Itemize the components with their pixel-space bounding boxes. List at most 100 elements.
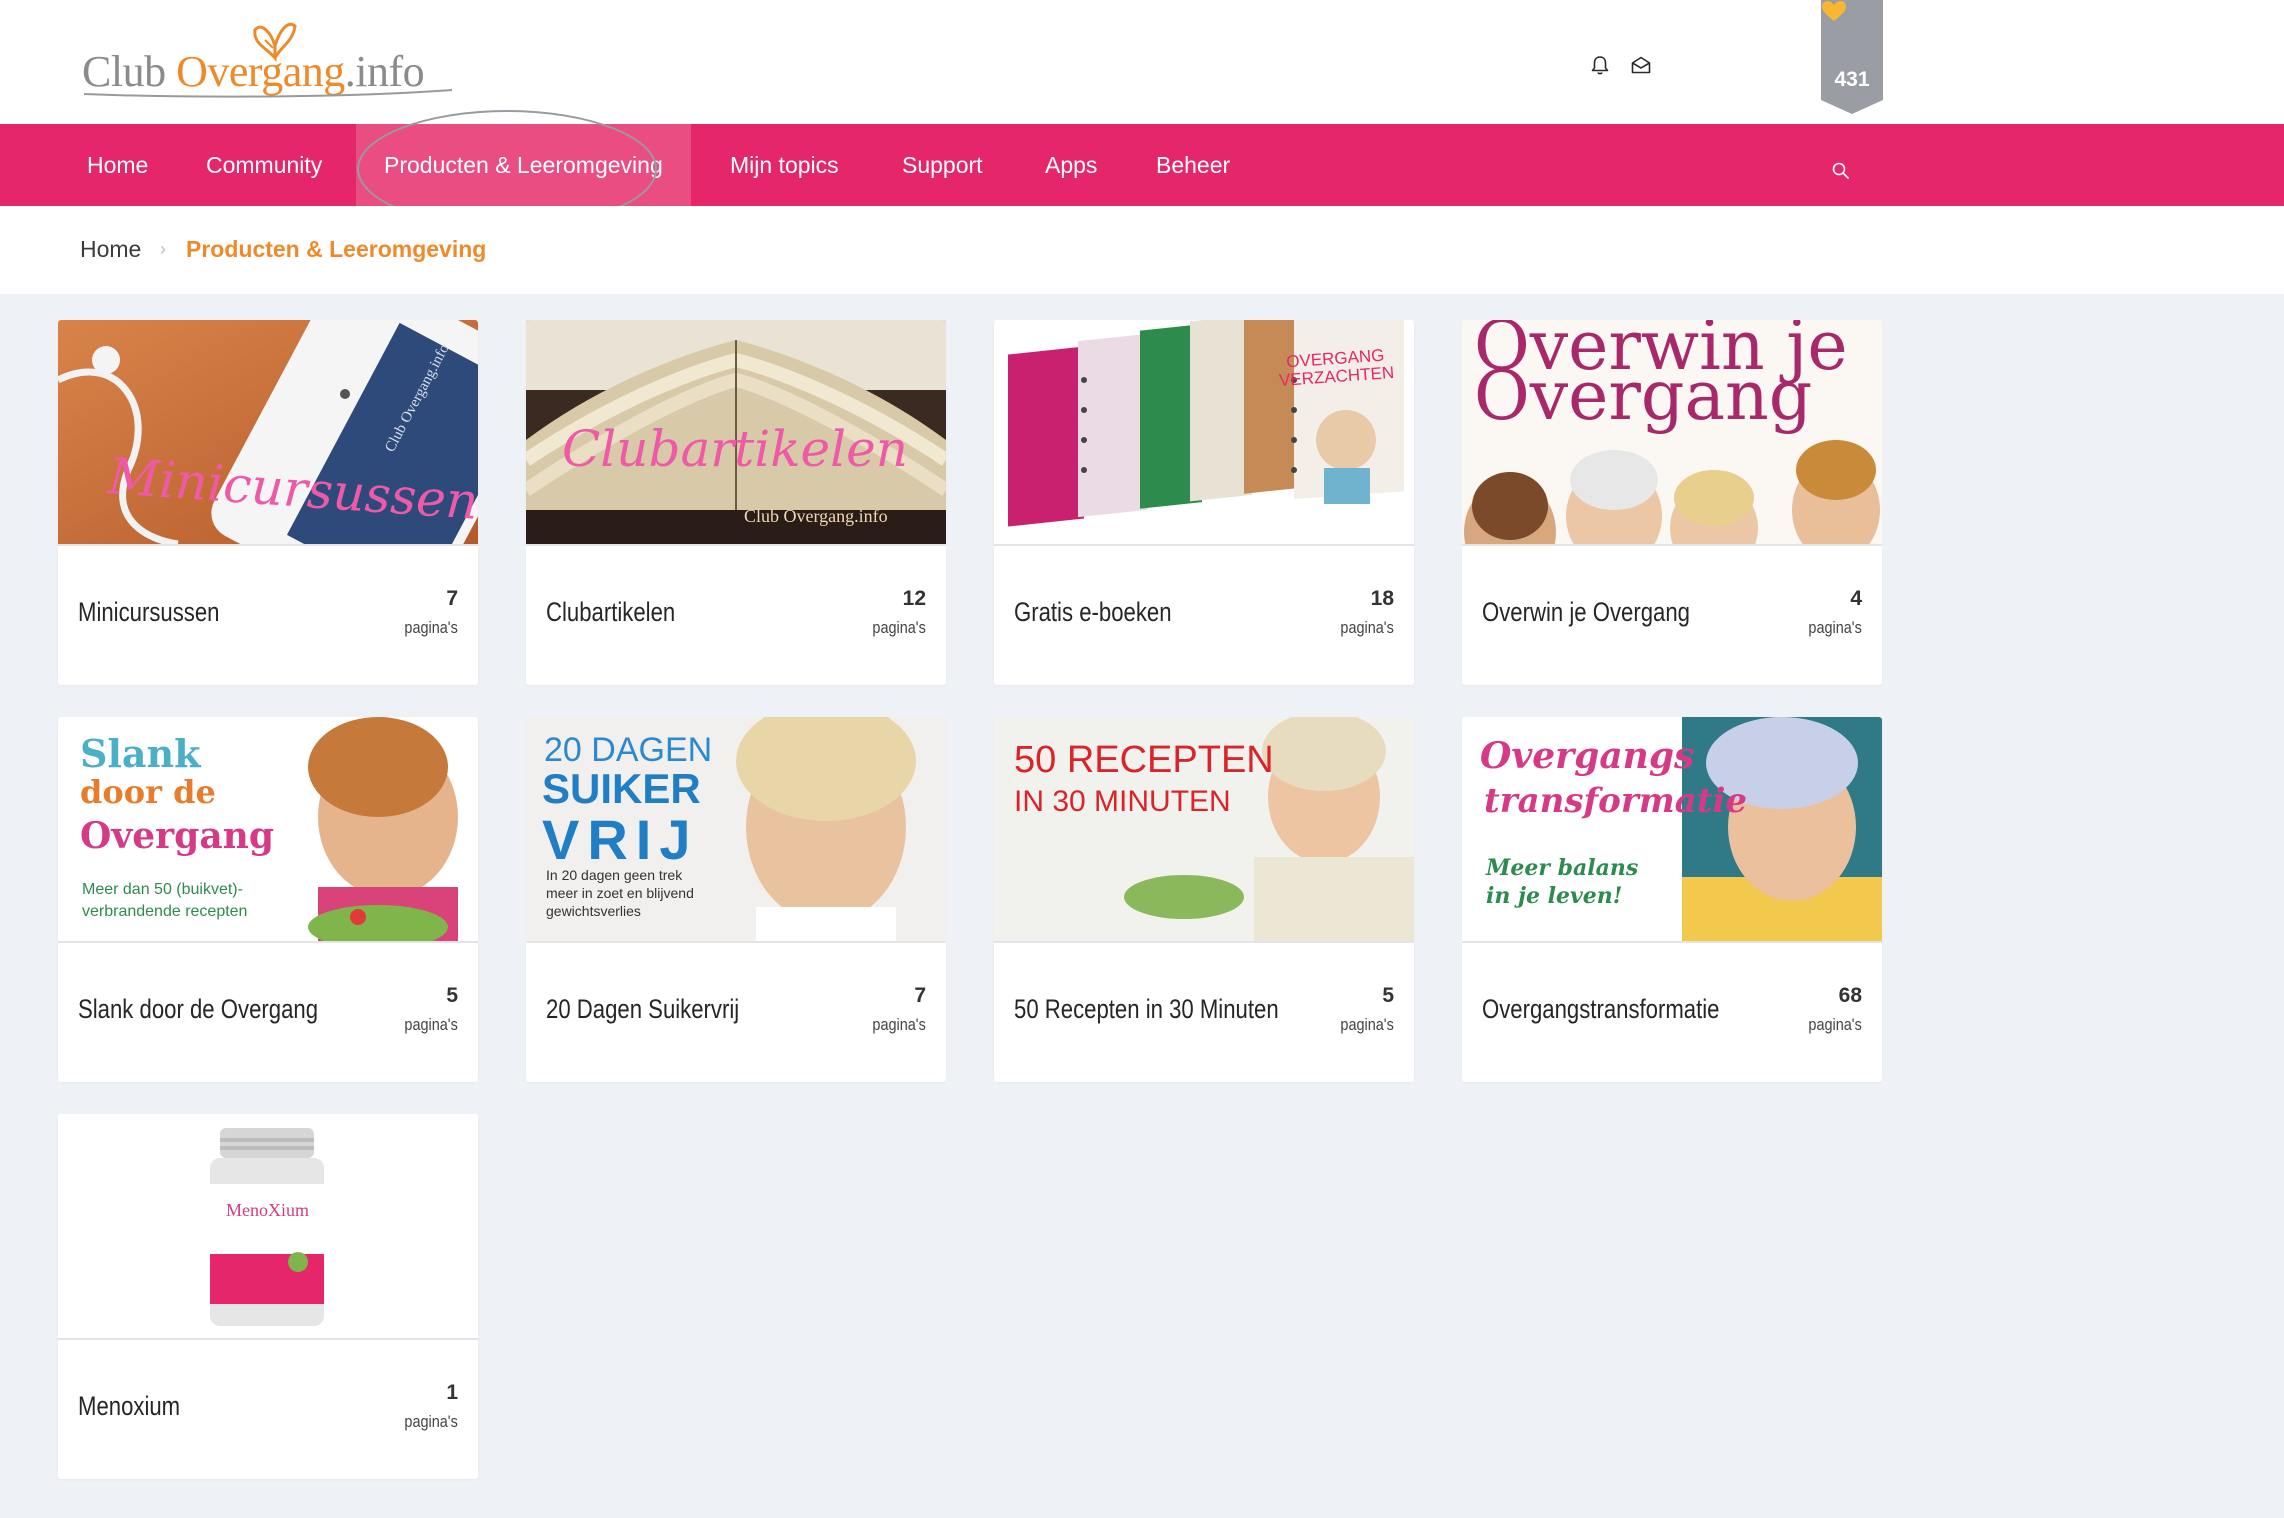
card-count-unit: pagina's	[1808, 1015, 1862, 1034]
category-card-overgangstransformatie[interactable]: Overgangs transformatie Meer balans in j…	[1462, 717, 1882, 1082]
card-count: 5	[1382, 984, 1394, 1007]
card-image-sub1: Meer dan 50 (buikvet)-	[82, 881, 243, 898]
nav-item-beheer[interactable]: Beheer	[1128, 124, 1258, 206]
top-header: Club Overgang.info 431	[0, 0, 2284, 124]
category-card-menoxium[interactable]: MenoXium Menoxium 1 pagina's	[58, 1114, 478, 1479]
card-image: Slank door de Overgang Meer dan 50 (buik…	[58, 717, 478, 941]
card-image-product-label: MenoXium	[226, 1200, 309, 1220]
card-count-unit: pagina's	[404, 618, 458, 637]
card-title: Overwin je Overgang	[1482, 597, 1690, 627]
nav-item-label: Support	[902, 152, 983, 178]
card-title: Minicursussen	[78, 597, 220, 627]
card-image-sub1: In 20 dagen geen trek	[546, 867, 683, 883]
card-image-script-text: Clubartikelen	[562, 420, 908, 478]
likes-badge[interactable]: 431	[1821, 0, 1883, 116]
card-image-line2: door de	[80, 773, 216, 811]
card-image: Minicursussen Club Overgang.info	[58, 320, 478, 544]
category-card-overwin-je-overgang[interactable]: Overwin je Overgang Overwin je Overgang …	[1462, 320, 1882, 685]
card-divider	[994, 941, 1414, 943]
breadcrumb-current: Producten & Leeromgeving	[186, 236, 487, 262]
card-count: 68	[1838, 984, 1862, 1007]
card-count-unit: pagina's	[1340, 618, 1394, 637]
nav-item-support[interactable]: Support	[874, 124, 1011, 206]
nav-item-mijn-topics[interactable]: Mijn topics	[702, 124, 867, 206]
nav-item-label: Home	[87, 152, 149, 178]
card-count-unit: pagina's	[1808, 618, 1862, 637]
card-title: Gratis e-boeken	[1014, 597, 1172, 627]
category-card-50-recepten-in-30-minuten[interactable]: 50 RECEPTEN IN 30 MINUTEN 50 Recepten in…	[994, 717, 1414, 1082]
main-nav: Home Community Producten & Leeromgeving …	[0, 124, 2284, 206]
card-image: MenoXium	[58, 1114, 478, 1338]
card-count-unit: pagina's	[404, 1015, 458, 1034]
card-count-unit: pagina's	[872, 1015, 926, 1034]
nav-item-producten-leeromgeving[interactable]: Producten & Leeromgeving	[356, 124, 691, 206]
card-count: 7	[446, 587, 458, 610]
card-image: Clubartikelen Club Overgang.info	[526, 320, 946, 544]
card-divider	[58, 544, 478, 546]
card-title: Clubartikelen	[546, 597, 676, 627]
card-title: Slank door de Overgang	[78, 994, 319, 1024]
nav-item-label: Beheer	[1156, 152, 1231, 178]
card-image-line2: IN 30 MINUTEN	[1014, 785, 1231, 818]
card-image-line1: Slank	[80, 731, 201, 776]
card-count: 1	[446, 1381, 458, 1404]
nav-item-community[interactable]: Community	[178, 124, 350, 206]
search-icon[interactable]	[1831, 161, 1851, 181]
likes-count: 431	[1834, 68, 1870, 91]
heart-icon	[1822, 1, 1846, 21]
category-card-minicursussen[interactable]: Minicursussen Club Overgang.info Minicur…	[58, 320, 478, 685]
card-image: Overgangs transformatie Meer balans in j…	[1462, 717, 1882, 941]
category-card-slank-door-de-overgang[interactable]: Slank door de Overgang Meer dan 50 (buik…	[58, 717, 478, 1082]
bell-icon[interactable]	[1589, 54, 1611, 76]
card-image-line1: 50 RECEPTEN	[1014, 739, 1274, 781]
card-image-title-line2: Overgang	[1474, 357, 1813, 436]
card-divider	[1462, 544, 1882, 546]
card-image-caption: Club Overgang.info	[744, 506, 888, 526]
card-divider	[1462, 941, 1882, 943]
card-image: Overwin je Overgang	[1462, 320, 1882, 544]
card-divider	[994, 544, 1414, 546]
card-image-sub2: meer in zoet en blijvend	[546, 885, 694, 901]
breadcrumb: Home › Producten & Leeromgeving	[0, 206, 2284, 294]
category-card-20-dagen-suikervrij[interactable]: 20 DAGEN SUIKER VRIJ In 20 dagen geen tr…	[526, 717, 946, 1082]
card-divider	[58, 1338, 478, 1340]
card-count-unit: pagina's	[1340, 1015, 1394, 1034]
nav-item-home[interactable]: Home	[59, 124, 176, 206]
card-count-unit: pagina's	[872, 618, 926, 637]
category-card-gratis-e-boeken[interactable]: OVERGANG VERZACHTEN Gratis e-boeken 18 p…	[994, 320, 1414, 685]
card-divider	[526, 544, 946, 546]
nav-item-label: Apps	[1045, 152, 1098, 178]
card-divider	[58, 941, 478, 943]
card-count: 4	[1850, 587, 1862, 610]
card-image-line1: Overgangs	[1480, 735, 1695, 777]
card-title: 50 Recepten in 30 Minuten	[1014, 994, 1279, 1024]
card-count-unit: pagina's	[404, 1412, 458, 1431]
card-image-line2: transformatie	[1484, 781, 1747, 821]
logo-swoosh	[83, 89, 453, 98]
card-image-sub3: gewichtsverlies	[546, 903, 641, 919]
card-count: 7	[914, 984, 926, 1007]
card-image: 20 DAGEN SUIKER VRIJ In 20 dagen geen tr…	[526, 717, 946, 941]
card-title: 20 Dagen Suikervrij	[546, 994, 740, 1024]
card-image: 50 RECEPTEN IN 30 MINUTEN	[994, 717, 1414, 941]
nav-item-label: Community	[206, 152, 323, 178]
nav-item-label: Mijn topics	[730, 152, 839, 178]
supplement-bottle-image	[58, 1114, 478, 1338]
mail-icon[interactable]	[1630, 54, 1652, 76]
card-image-line3: VRIJ	[542, 808, 699, 871]
card-image-sub2: in je leven!	[1486, 883, 1623, 909]
category-card-clubartikelen[interactable]: Clubartikelen Club Overgang.info Clubart…	[526, 320, 946, 685]
site-logo[interactable]: Club Overgang.info	[82, 22, 462, 108]
card-image-sub1: Meer balans	[1486, 855, 1639, 881]
card-title: Overgangstransformatie	[1482, 994, 1720, 1024]
breadcrumb-home[interactable]: Home	[80, 236, 141, 263]
nav-item-apps[interactable]: Apps	[1017, 124, 1125, 206]
nav-item-label: Producten & Leeromgeving	[384, 152, 663, 178]
card-count: 18	[1370, 587, 1394, 610]
card-image-line3: Overgang	[80, 815, 274, 857]
card-image-sub2: verbrandende recepten	[82, 903, 248, 920]
card-count: 12	[902, 587, 926, 610]
card-image-line2: SUIKER	[542, 765, 701, 812]
breadcrumb-separator: ›	[160, 239, 166, 259]
card-divider	[526, 941, 946, 943]
